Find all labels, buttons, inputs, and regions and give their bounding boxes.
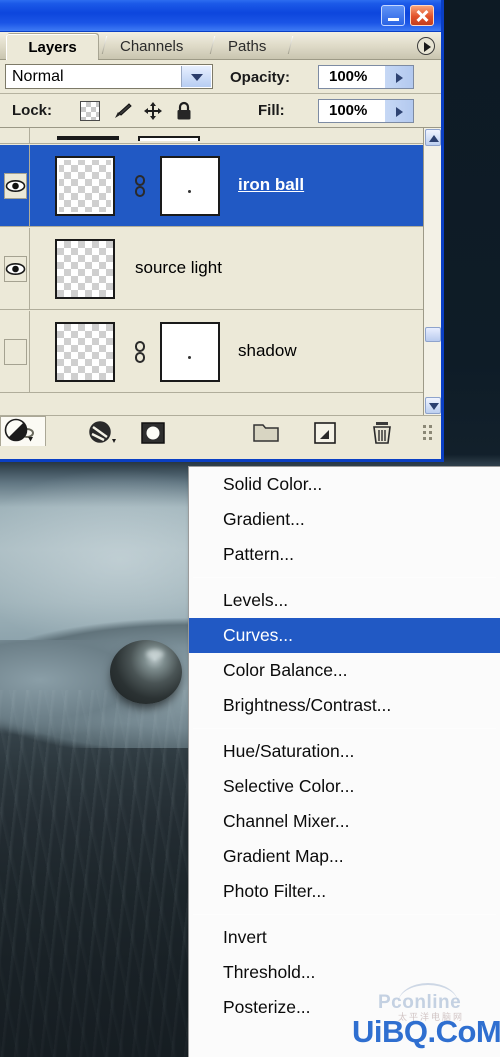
- new-layer-icon[interactable]: [312, 420, 338, 446]
- panel-tab-bar: Layers Channels Paths: [0, 32, 441, 60]
- adjustment-layer-icon[interactable]: [0, 416, 46, 446]
- menu-item-photo-filter[interactable]: Photo Filter...: [189, 874, 500, 909]
- watermark-uibq: UiBQ.CoM: [352, 1014, 500, 1049]
- tab-divider-1: [101, 36, 108, 54]
- menu-item-solid-color[interactable]: Solid Color...: [189, 467, 500, 502]
- lock-transparent-pixels-icon[interactable]: [80, 101, 100, 121]
- fill-value: 100%: [329, 102, 368, 119]
- menu-item-brightness-contrast[interactable]: Brightness/Contrast...: [189, 688, 500, 723]
- chevron-down-icon[interactable]: [181, 66, 211, 87]
- layer-thumbnail[interactable]: [55, 238, 115, 299]
- layer-name[interactable]: source light: [135, 258, 222, 278]
- layer-thumbnail[interactable]: [55, 321, 115, 382]
- minimize-button[interactable]: [381, 5, 405, 26]
- vertical-scrollbar[interactable]: [423, 128, 441, 415]
- table-row[interactable]: shadow: [0, 311, 423, 393]
- layer-mask-thumbnail[interactable]: [160, 155, 220, 216]
- table-row[interactable]: iron ball: [0, 145, 423, 227]
- layer-visibility-toggle[interactable]: [0, 145, 30, 226]
- layer-style-fx-icon[interactable]: [88, 420, 116, 446]
- lock-position-move-icon[interactable]: [142, 101, 164, 121]
- blend-mode-select[interactable]: Normal: [5, 64, 213, 89]
- new-group-folder-icon[interactable]: [252, 420, 279, 446]
- tab-layers[interactable]: Layers: [6, 34, 98, 60]
- menu-item-levels[interactable]: Levels...: [189, 583, 500, 618]
- layer-visibility-toggle[interactable]: [0, 228, 30, 309]
- link-icon[interactable]: [133, 340, 147, 364]
- menu-item-curves[interactable]: Curves...: [189, 618, 500, 653]
- table-row[interactable]: source light: [0, 228, 423, 310]
- window-titlebar: [0, 0, 441, 32]
- eye-icon[interactable]: [4, 255, 27, 282]
- menu-item-gradient-map[interactable]: Gradient Map...: [189, 839, 500, 874]
- menu-item-selective-color[interactable]: Selective Color...: [189, 769, 500, 804]
- partial-row-thumbnail-a: [57, 136, 119, 140]
- eye-icon[interactable]: [4, 172, 27, 199]
- tab-paths[interactable]: Paths: [218, 34, 276, 60]
- menu-separator-1: [193, 577, 496, 578]
- link-icon[interactable]: [133, 174, 147, 198]
- menu-separator-3: [193, 914, 496, 915]
- menu-item-threshold[interactable]: Threshold...: [189, 955, 500, 990]
- add-layer-mask-icon[interactable]: [140, 420, 166, 446]
- panel-resize-grip[interactable]: [423, 425, 437, 441]
- fill-label: Fill:: [258, 102, 285, 119]
- layer-row-partial[interactable]: [0, 128, 423, 144]
- layer-list: iron ball source light shadow: [0, 128, 441, 415]
- adjustment-layer-dropdown-menu[interactable]: Solid Color... Gradient... Pattern... Le…: [188, 466, 500, 1057]
- lock-row: Lock: Fill: 100%: [0, 94, 441, 128]
- tab-divider-2: [209, 36, 216, 54]
- delete-layer-trash-icon[interactable]: [370, 420, 396, 446]
- partial-row-eye-column: [0, 128, 30, 144]
- lock-image-pixels-brush-icon[interactable]: [112, 101, 134, 121]
- menu-item-hue-saturation[interactable]: Hue/Saturation...: [189, 734, 500, 769]
- scrollbar-thumb[interactable]: [425, 327, 441, 342]
- menu-item-color-balance[interactable]: Color Balance...: [189, 653, 500, 688]
- menu-item-invert[interactable]: Invert: [189, 920, 500, 955]
- partial-row-thumbnail-b: [138, 136, 200, 141]
- layer-mask-thumbnail[interactable]: [160, 321, 220, 382]
- close-button[interactable]: [410, 5, 434, 26]
- iron-ball-highlight: [146, 649, 164, 659]
- layers-panel-window: Layers Channels Paths Normal Opacity: 10…: [0, 0, 444, 462]
- lock-label: Lock:: [12, 102, 53, 119]
- iron-ball-object: [110, 640, 182, 704]
- fill-input[interactable]: 100%: [318, 99, 414, 123]
- opacity-input[interactable]: 100%: [318, 65, 414, 89]
- opacity-value: 100%: [329, 68, 368, 85]
- layers-panel-footer: [0, 415, 441, 449]
- eye-icon-hidden[interactable]: [4, 338, 27, 365]
- scroll-down-arrow-icon[interactable]: [425, 397, 441, 414]
- menu-item-gradient[interactable]: Gradient...: [189, 502, 500, 537]
- tab-divider-3: [287, 36, 294, 54]
- layer-thumbnail[interactable]: [55, 155, 115, 216]
- screenshot-root: Layers Channels Paths Normal Opacity: 10…: [0, 0, 500, 1057]
- opacity-label: Opacity:: [230, 69, 291, 86]
- menu-separator-2: [193, 728, 496, 729]
- lock-all-padlock-icon[interactable]: [174, 101, 194, 121]
- layer-name[interactable]: iron ball: [238, 175, 304, 195]
- scroll-up-arrow-icon[interactable]: [425, 129, 441, 146]
- layer-name[interactable]: shadow: [238, 341, 297, 361]
- blend-mode-value: Normal: [12, 68, 64, 85]
- layer-visibility-toggle[interactable]: [0, 311, 30, 392]
- menu-item-pattern[interactable]: Pattern...: [189, 537, 500, 572]
- tab-channels[interactable]: Channels: [110, 34, 193, 60]
- menu-item-channel-mixer[interactable]: Channel Mixer...: [189, 804, 500, 839]
- blend-mode-row: Normal Opacity: 100%: [0, 60, 441, 94]
- panel-menu-icon[interactable]: [417, 37, 435, 55]
